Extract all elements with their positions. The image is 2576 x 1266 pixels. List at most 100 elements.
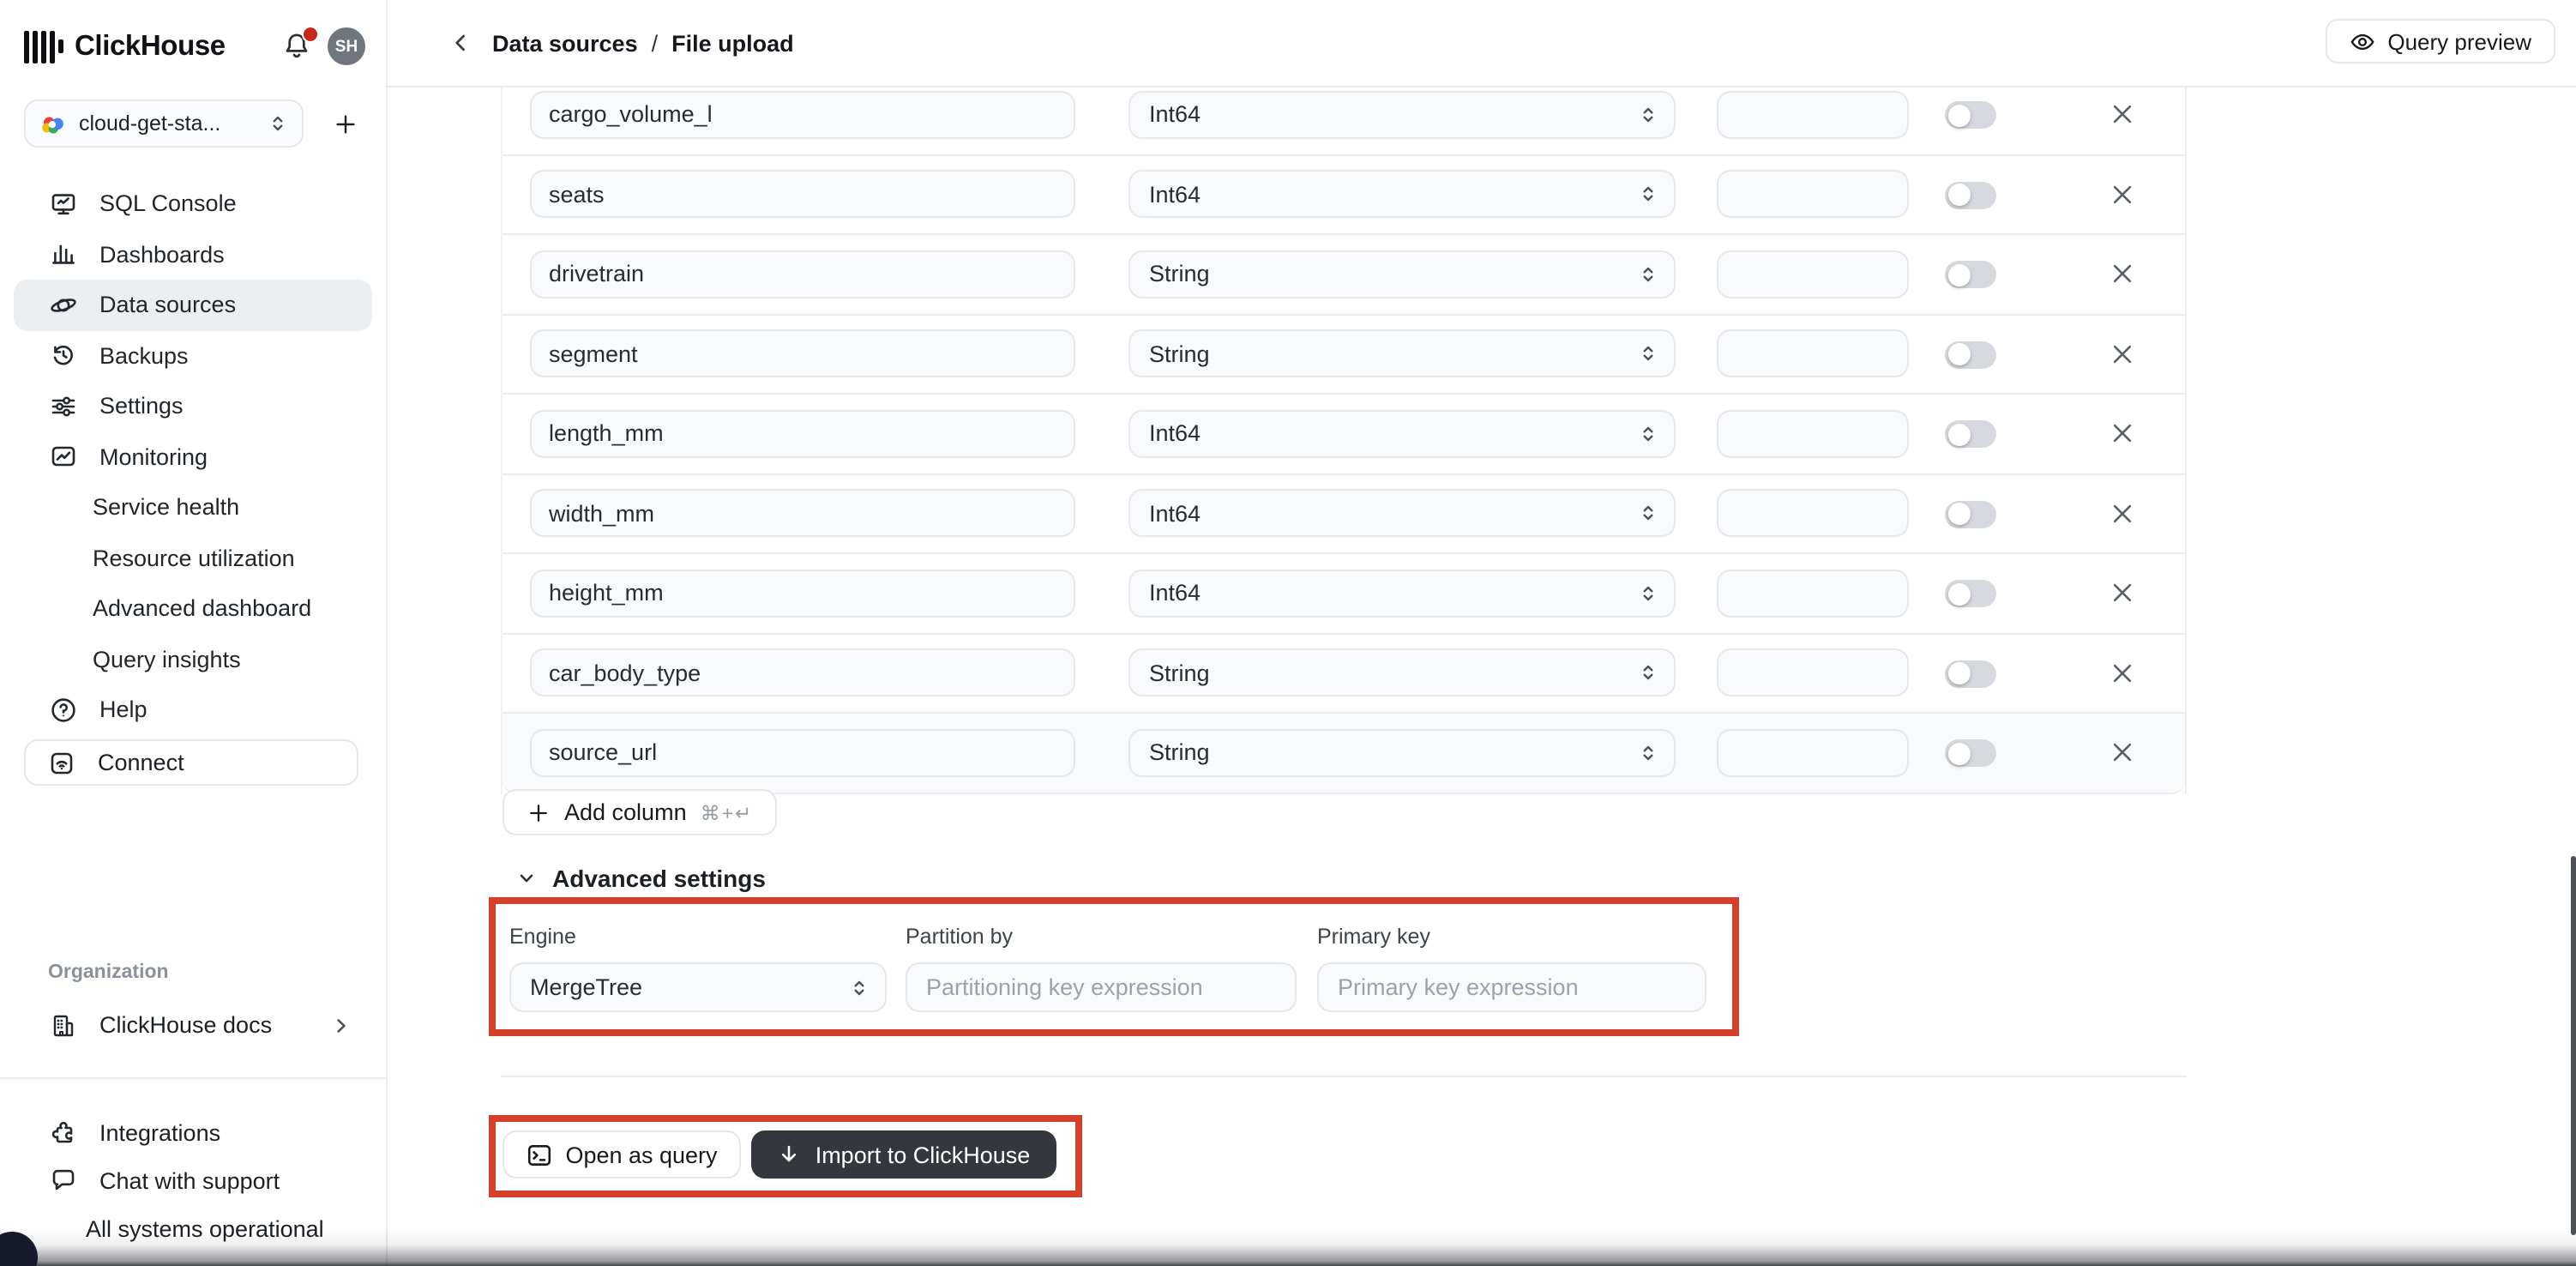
nullable-toggle[interactable] [1945,500,1996,528]
column-name-input[interactable] [530,250,1075,298]
column-name-input[interactable] [530,648,1075,696]
advanced-field-partition-by: Partition by [906,925,1297,1012]
sidebar-item-advanced-dashboard[interactable]: Advanced dashboard [14,583,372,634]
open-as-query-button[interactable]: Open as query [503,1130,741,1179]
chevron-updown-icon [1638,263,1658,284]
sidebar-item-integrations[interactable]: Integrations [14,1108,372,1156]
notification-dot [302,26,319,43]
sidebar-item-dashboards[interactable]: Dashboards [14,229,372,280]
nullable-toggle[interactable] [1945,261,1996,288]
column-name-input[interactable] [530,329,1075,377]
sidebar-item-sql-console[interactable]: SQL Console [14,178,372,229]
vertical-scrollbar-thumb[interactable] [2570,856,2575,1235]
column-default-input[interactable] [1717,409,1909,457]
remove-column-button[interactable] [2108,738,2137,767]
nullable-toggle[interactable] [1945,739,1996,767]
sidebar-item-help[interactable]: Help [14,684,372,735]
nullable-toggle[interactable] [1945,660,1996,687]
nullable-toggle[interactable] [1945,580,1996,607]
sidebar: ClickHouse SH [0,0,388,1266]
service-selector[interactable]: cloud-get-sta... [24,99,304,148]
query-preview-button[interactable]: Query preview [2326,19,2555,63]
connect-button[interactable]: Connect [24,739,358,786]
add-column-label: Add column [564,799,687,825]
column-default-input[interactable] [1717,170,1909,218]
sidebar-item-chat-with-support[interactable]: Chat with support [14,1156,372,1204]
column-default-input[interactable] [1717,90,1909,138]
breadcrumb-data-sources[interactable]: Data sources [492,30,638,56]
toggle-knob [1947,343,1970,365]
primary-key-input[interactable] [1338,964,1689,1010]
column-name-input[interactable] [530,569,1075,617]
column-type-value: String [1149,660,1210,685]
engine-select[interactable]: MergeTree [509,962,887,1012]
column-type-value: String [1149,739,1210,765]
remove-column-button[interactable] [2108,179,2137,208]
nullable-toggle[interactable] [1945,341,1996,368]
column-type-select[interactable]: Int64 [1129,170,1676,218]
clickhouse-console: ClickHouse SH [0,0,2576,1266]
remove-column-button[interactable] [2108,498,2137,528]
column-name-input[interactable] [530,90,1075,138]
column-name-input[interactable] [530,170,1075,218]
footer-item-label: Chat with support [99,1167,280,1193]
chevron-updown-icon [268,113,288,134]
column-default-input[interactable] [1717,648,1909,696]
add-service-button[interactable] [331,110,358,137]
sidebar-item-label: Help [99,697,147,723]
remove-column-button[interactable] [2108,259,2137,288]
sidebar-item-backups[interactable]: Backups [14,330,372,381]
nullable-toggle[interactable] [1945,420,1996,448]
avatar[interactable]: SH [328,27,365,65]
column-default-input[interactable] [1717,250,1909,298]
back-button[interactable] [448,29,475,57]
toggle-knob [1947,263,1970,286]
sidebar-item-settings[interactable]: Settings [14,381,372,431]
sidebar-item-monitoring[interactable]: Monitoring [14,431,372,482]
column-type-select[interactable]: Int64 [1129,489,1676,537]
notifications-bell-icon[interactable] [281,31,312,62]
sidebar-item-label: Monitoring [99,444,208,470]
partition-by-input[interactable] [926,964,1279,1010]
chevron-updown-icon [1638,343,1658,364]
column-name-input[interactable] [530,409,1075,457]
nullable-toggle[interactable] [1945,101,1996,129]
column-type-select[interactable]: String [1129,329,1676,377]
sidebar-item-label: Service health [93,495,239,521]
column-name-input[interactable] [530,728,1075,776]
sidebar-item-data-sources[interactable]: Data sources [14,280,372,330]
remove-column-button[interactable] [2108,99,2137,129]
nullable-toggle[interactable] [1945,181,1996,208]
chevron-updown-icon [1638,742,1658,763]
column-default-input[interactable] [1717,728,1909,776]
sidebar-item-clickhouse-docs[interactable]: ClickHouse docs [14,1000,372,1050]
column-type-select[interactable]: String [1129,648,1676,696]
column-type-select[interactable]: Int64 [1129,90,1676,138]
remove-column-button[interactable] [2108,578,2137,607]
sidebar-item-label: Dashboards [99,242,225,268]
sidebar-item-all-systems-operational[interactable]: All systems operational [14,1204,372,1252]
column-type-select[interactable]: String [1129,728,1676,776]
chevron-updown-icon [1638,423,1658,443]
add-column-button[interactable]: Add column ⌘+↵ [503,789,777,835]
column-default-input[interactable] [1717,569,1909,617]
clickhouse-logo-icon [24,29,63,63]
service-selector-row: cloud-get-sta... [24,99,369,148]
remove-column-button[interactable] [2108,419,2137,448]
column-type-select[interactable]: String [1129,250,1676,298]
column-type-select[interactable]: Int64 [1129,569,1676,617]
table-row: String [503,235,2185,315]
import-to-clickhouse-button[interactable]: Import to ClickHouse [751,1130,1056,1179]
remove-column-button[interactable] [2108,339,2137,368]
import-label: Import to ClickHouse [816,1142,1031,1167]
advanced-settings-toggle[interactable]: Advanced settings [516,861,766,894]
column-default-input[interactable] [1717,489,1909,537]
column-name-input[interactable] [530,489,1075,537]
sidebar-item-service-health[interactable]: Service health [14,482,372,533]
column-type-select[interactable]: Int64 [1129,409,1676,457]
sidebar-item-resource-utilization[interactable]: Resource utilization [14,533,372,583]
column-default-input[interactable] [1717,329,1909,377]
remove-column-button[interactable] [2108,658,2137,687]
table-row: String [503,315,2185,395]
sidebar-item-query-insights[interactable]: Query insights [14,634,372,684]
